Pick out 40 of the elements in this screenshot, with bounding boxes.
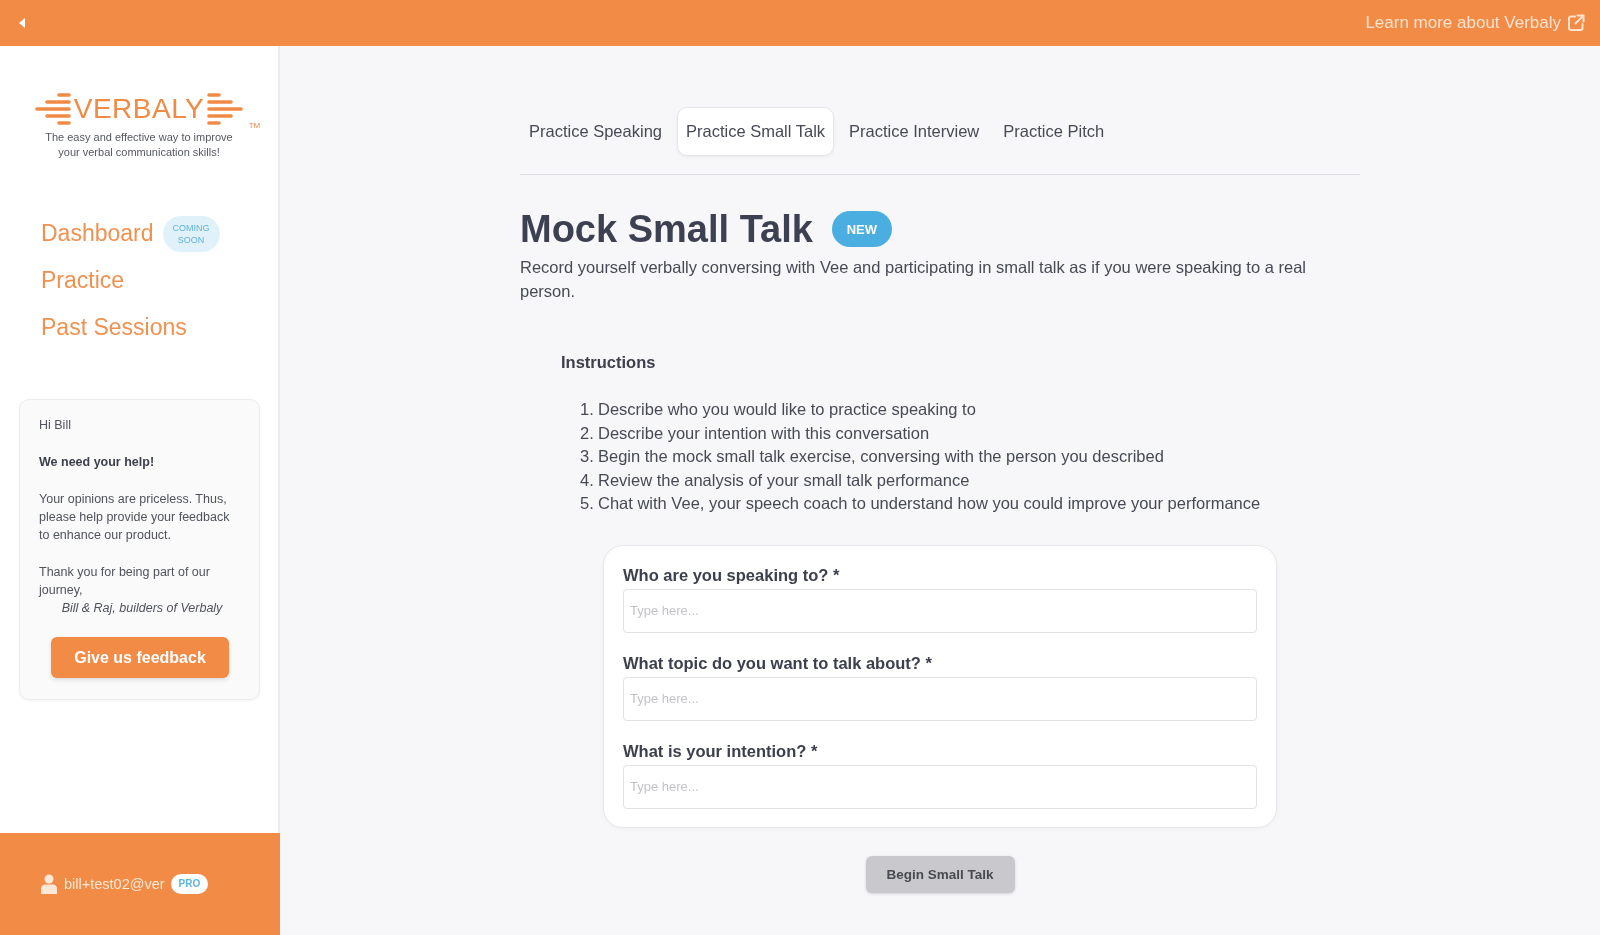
field-label: What topic do you want to talk about? * (623, 652, 932, 674)
field-label: Who are you speaking to? * (623, 564, 840, 586)
tab[interactable]: Practice Interview (840, 107, 989, 156)
input-field[interactable]: Type here... (623, 588, 1257, 633)
tagline: The easy and effective way to improve your verbal communication skills! (44, 130, 234, 160)
user-email: bill+test02@ver (64, 876, 165, 892)
greeting-text: Hi Bill (39, 417, 72, 434)
tab[interactable]: Practice Small Talk (677, 107, 835, 156)
step-number: 4. (580, 469, 595, 491)
external-link-icon (1567, 14, 1585, 32)
nav-badge: COMING SOON (162, 215, 220, 252)
step-text: Review the analysis of your small talk performance (598, 469, 970, 491)
page-title: Mock Small Talk (520, 207, 813, 252)
caret-left-icon[interactable] (19, 18, 25, 28)
input-field[interactable]: Type here... (623, 676, 1257, 721)
feedback-message: Your opinions are priceless. Thus, please help provide your feedback to enhance our product. (39, 491, 231, 544)
step-text: Begin the mock small talk exercise, conversing with the person you described (598, 446, 1164, 467)
tab[interactable]: Practice Pitch (994, 107, 1114, 156)
signature-text: Bill & Raj, builders of Verbaly (60, 600, 224, 617)
feedback-heading: We need your help! (39, 454, 156, 471)
step-number: 3. (580, 446, 595, 467)
step-number: 2. (580, 422, 595, 444)
tab[interactable]: Practice Speaking (520, 107, 671, 156)
step-number: 1. (580, 399, 595, 420)
thanks-text: Thank you for being part of our journey, (39, 564, 211, 599)
user-icon (41, 874, 57, 894)
step-number: 5. (580, 493, 595, 514)
instructions-heading: Instructions (561, 352, 656, 373)
trademark-mark: TM (248, 121, 261, 130)
field-label: What is your intention? * (623, 740, 818, 762)
input-field[interactable]: Type here... (623, 764, 1257, 809)
sound-bars-icon (207, 93, 244, 125)
step-text: Describe your intention with this conversation (598, 422, 930, 444)
page-description: Record yourself verbally conversing with Vee and participating in small talk as if you were speaking to a real person. (520, 257, 1307, 302)
step-text: Describe who you would like to practice speaking to (598, 399, 976, 420)
logo-wordmark: VERBALY (73, 93, 205, 125)
plan-badge: PRO (170, 874, 209, 894)
sound-bars-icon (34, 93, 71, 125)
new-badge: NEW (831, 211, 892, 247)
step-text: Chat with Vee, your speech coach to understand how you could improve your performance (598, 493, 1261, 514)
